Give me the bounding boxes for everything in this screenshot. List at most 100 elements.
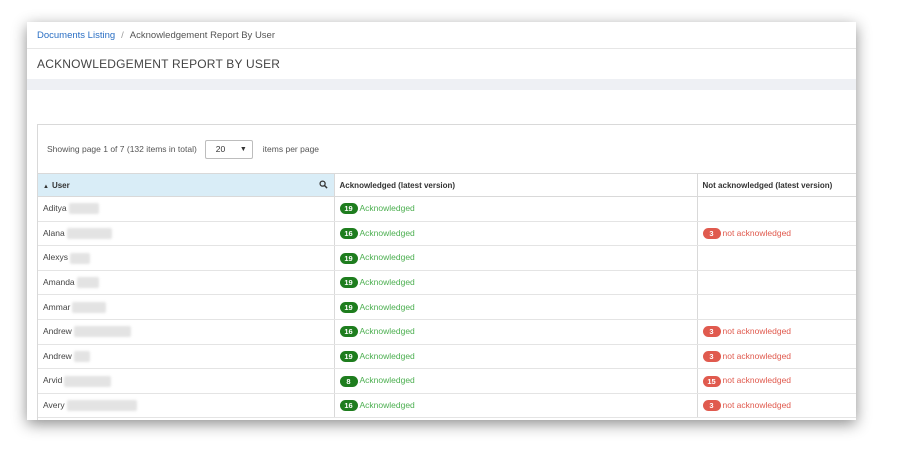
not-acknowledged-label[interactable]: not acknowledged xyxy=(723,228,792,238)
acknowledged-cell: 16 Acknowledged xyxy=(334,221,698,247)
redacted-surname xyxy=(66,400,137,412)
acknowledged-count-badge: 16 xyxy=(339,400,358,412)
not-acknowledged-count-badge: 3 xyxy=(702,350,721,362)
acknowledged-label[interactable]: Acknowledged xyxy=(360,277,415,287)
page-title: ACKNOWLEDGEMENT REPORT BY USER xyxy=(37,57,281,71)
acknowledged-label[interactable]: Acknowledged xyxy=(360,375,415,385)
user-cell: Arvid xyxy=(38,368,335,394)
page-size-value: 20 xyxy=(215,144,226,154)
user-name: Andrew xyxy=(43,326,72,337)
not-acknowledged-cell xyxy=(697,196,856,222)
pager-summary: Showing page 1 of 7 (132 items in total) xyxy=(47,144,197,154)
search-icon[interactable] xyxy=(318,180,328,191)
user-cell: Alexys xyxy=(38,245,335,271)
report-panel: Showing page 1 of 7 (132 items in total)… xyxy=(37,124,856,420)
acknowledged-cell: 19 Acknowledged xyxy=(334,344,698,370)
not-acknowledged-cell xyxy=(697,294,856,320)
table-row[interactable]: Andrew 19 Acknowledged 3 not acknowledged xyxy=(38,344,856,370)
acknowledged-label[interactable]: Acknowledged xyxy=(360,203,415,213)
acknowledged-cell: 19 Acknowledged xyxy=(334,196,698,222)
table-row[interactable]: Alana 16 Acknowledged 3 not acknowledged xyxy=(38,221,856,247)
table-row[interactable]: Amanda 19 Acknowledged xyxy=(38,270,856,296)
sort-ascending-icon: ▲ xyxy=(43,183,49,190)
user-name: Arvid xyxy=(43,375,63,386)
not-acknowledged-count-badge: 3 xyxy=(702,400,721,412)
user-cell: Ammar xyxy=(38,294,335,320)
user-cell: Amanda xyxy=(38,270,335,296)
redacted-surname xyxy=(70,252,91,264)
table-row[interactable]: Arvid 8 Acknowledged 15 not acknowledged xyxy=(38,368,856,394)
redacted-surname xyxy=(76,277,99,289)
redacted-surname xyxy=(73,350,90,362)
report-window: Documents Listing / Acknowledgement Repo… xyxy=(27,22,856,420)
nack-column-header[interactable]: Not acknowledged (latest version) xyxy=(697,173,856,197)
chevron-down-icon: ▼ xyxy=(239,145,247,153)
acknowledged-cell: 19 Acknowledged xyxy=(334,270,698,296)
acknowledged-count-badge: 19 xyxy=(339,277,358,289)
not-acknowledged-cell xyxy=(697,270,856,296)
breadcrumb-current: Acknowledgement Report By User xyxy=(129,29,276,41)
not-acknowledged-cell xyxy=(697,245,856,271)
user-cell: Alana xyxy=(38,221,335,247)
acknowledged-label[interactable]: Acknowledged xyxy=(360,326,415,336)
redacted-surname xyxy=(73,326,131,338)
user-name: Amanda xyxy=(43,276,75,287)
breadcrumb: Documents Listing / Acknowledgement Repo… xyxy=(27,22,856,49)
table-row[interactable]: Andrew 16 Acknowledged 3 not acknowledged xyxy=(38,319,856,345)
redacted-surname xyxy=(72,301,107,313)
table-row[interactable]: Ammar 19 Acknowledged xyxy=(38,294,856,320)
acknowledged-label[interactable]: Acknowledged xyxy=(360,351,415,361)
user-name: Andrew xyxy=(43,350,72,361)
user-cell: Andrew xyxy=(38,319,335,345)
user-name: Avery xyxy=(43,399,65,410)
page-size-select[interactable]: 20 ▼ xyxy=(204,139,253,159)
user-column-header[interactable]: ▲ User xyxy=(38,173,335,197)
table-row[interactable]: Avery 16 Acknowledged 3 not acknowledged xyxy=(38,393,856,419)
user-name: Ammar xyxy=(43,301,71,312)
not-acknowledged-count-badge: 3 xyxy=(702,326,721,338)
acknowledged-count-badge: 19 xyxy=(339,301,358,313)
report-table: ▲ User Acknowledged (latest version) Not … xyxy=(38,173,856,419)
user-cell: Aditya xyxy=(38,196,335,222)
not-acknowledged-label[interactable]: not acknowledged xyxy=(723,351,792,361)
user-name: Alana xyxy=(43,227,65,238)
not-acknowledged-count-badge: 3 xyxy=(702,228,721,240)
not-acknowledged-label[interactable]: not acknowledged xyxy=(723,400,792,410)
acknowledged-cell: 16 Acknowledged xyxy=(334,319,698,345)
user-cell: Avery xyxy=(38,393,335,419)
header-band xyxy=(27,79,856,90)
acknowledged-count-badge: 19 xyxy=(339,203,358,215)
not-acknowledged-cell: 3 not acknowledged xyxy=(697,221,856,247)
acknowledged-cell: 16 Acknowledged xyxy=(334,393,698,419)
acknowledged-label[interactable]: Acknowledged xyxy=(360,228,415,238)
not-acknowledged-count-badge: 15 xyxy=(702,375,721,387)
not-acknowledged-cell: 3 not acknowledged xyxy=(697,393,856,419)
acknowledged-count-badge: 16 xyxy=(339,228,358,240)
ack-column-header[interactable]: Acknowledged (latest version) xyxy=(334,173,698,197)
user-column-label: User xyxy=(51,180,70,190)
user-cell: Andrew xyxy=(38,344,335,370)
redacted-surname xyxy=(64,375,112,387)
acknowledged-label[interactable]: Acknowledged xyxy=(360,302,415,312)
not-acknowledged-cell: 3 not acknowledged xyxy=(697,319,856,345)
acknowledged-cell: 8 Acknowledged xyxy=(334,368,698,394)
acknowledged-count-badge: 8 xyxy=(339,375,358,387)
acknowledged-cell: 19 Acknowledged xyxy=(334,245,698,271)
user-name: Aditya xyxy=(43,203,67,214)
acknowledged-label[interactable]: Acknowledged xyxy=(360,252,415,262)
not-acknowledged-label[interactable]: not acknowledged xyxy=(723,375,792,385)
items-per-page-label: items per page xyxy=(262,144,320,154)
table-row[interactable]: Aditya 19 Acknowledged xyxy=(38,196,856,222)
user-name: Alexys xyxy=(43,252,69,263)
not-acknowledged-cell: 15 not acknowledged xyxy=(697,368,856,394)
acknowledged-cell: 19 Acknowledged xyxy=(334,294,698,320)
acknowledged-count-badge: 19 xyxy=(339,350,358,362)
table-row[interactable]: Alexys 19 Acknowledged xyxy=(38,245,856,271)
not-acknowledged-cell: 3 not acknowledged xyxy=(697,344,856,370)
acknowledged-count-badge: 19 xyxy=(339,252,358,264)
breadcrumb-documents-listing-link[interactable]: Documents Listing xyxy=(37,30,115,41)
not-acknowledged-label[interactable]: not acknowledged xyxy=(723,326,792,336)
pager: Showing page 1 of 7 (132 items in total)… xyxy=(38,125,856,173)
acknowledged-label[interactable]: Acknowledged xyxy=(360,400,415,410)
table-header-row: ▲ User Acknowledged (latest version) Not … xyxy=(38,173,856,197)
